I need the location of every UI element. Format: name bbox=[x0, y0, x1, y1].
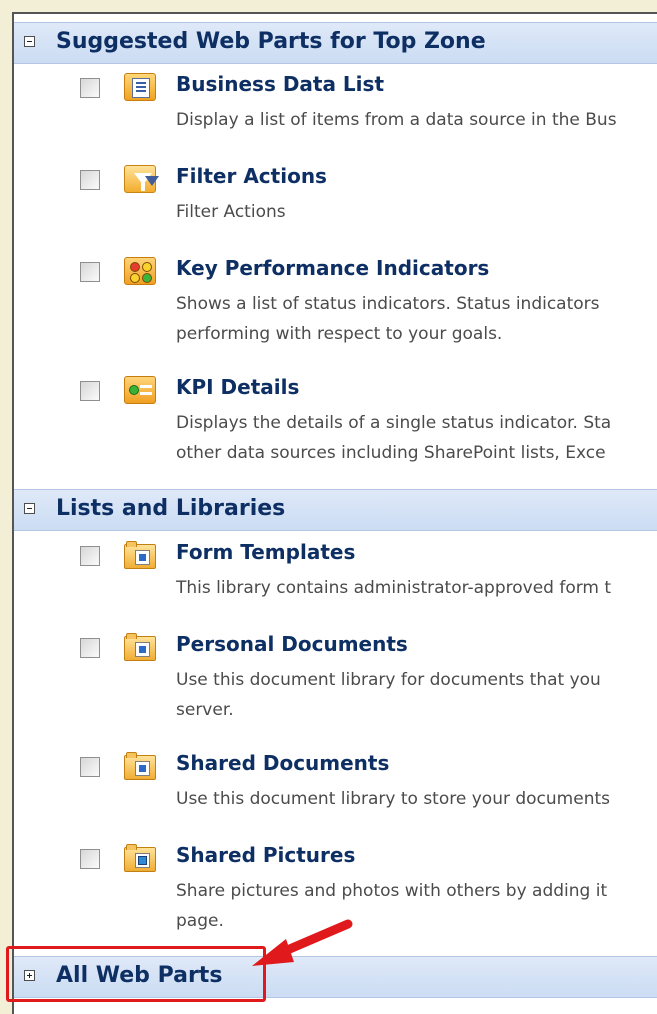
annotation-arrow-icon bbox=[252, 919, 353, 966]
collapse-icon[interactable] bbox=[24, 503, 35, 514]
annotation-highlight-box bbox=[6, 946, 266, 1002]
web-part-item-personal-documents: Personal Documents Use this document lib… bbox=[14, 630, 657, 720]
web-part-checkbox[interactable] bbox=[80, 546, 100, 566]
web-part-title[interactable]: KPI Details bbox=[176, 375, 299, 399]
web-part-checkbox[interactable] bbox=[80, 262, 100, 282]
web-part-item-business-data-list: Business Data List Display a list of ite… bbox=[14, 70, 657, 150]
document-library-icon bbox=[124, 633, 156, 661]
web-part-checkbox[interactable] bbox=[80, 381, 100, 401]
filter-actions-icon bbox=[124, 165, 159, 193]
web-part-item-key-performance-indicators: Key Performance Indicators Shows a list … bbox=[14, 254, 657, 344]
kpi-details-icon bbox=[124, 376, 156, 404]
web-part-title[interactable]: Business Data List bbox=[176, 72, 384, 96]
web-part-item-shared-pictures: Shared Pictures Share pictures and photo… bbox=[14, 841, 657, 931]
web-part-item-filter-actions: Filter Actions Filter Actions bbox=[14, 162, 657, 242]
web-part-title[interactable]: Key Performance Indicators bbox=[176, 256, 489, 280]
web-part-title[interactable]: Shared Pictures bbox=[176, 843, 355, 867]
web-part-item-form-templates: Form Templates This library contains adm… bbox=[14, 538, 657, 618]
web-part-description: Display a list of items from a data sour… bbox=[176, 110, 617, 130]
kpi-icon bbox=[124, 257, 156, 285]
web-part-description: Use this document library for documents … bbox=[176, 670, 601, 720]
web-part-description: This library contains administrator-appr… bbox=[176, 578, 612, 598]
web-part-checkbox[interactable] bbox=[80, 849, 100, 869]
web-part-checkbox[interactable] bbox=[80, 78, 100, 98]
section-title: Suggested Web Parts for Top Zone bbox=[56, 29, 486, 54]
web-part-title[interactable]: Personal Documents bbox=[176, 632, 408, 656]
collapse-icon[interactable] bbox=[24, 36, 35, 47]
web-part-description: Shows a list of status indicators. Statu… bbox=[176, 294, 600, 344]
web-part-checkbox[interactable] bbox=[80, 757, 100, 777]
business-data-list-icon bbox=[124, 73, 156, 101]
web-part-description: Use this document library to store your … bbox=[176, 789, 610, 809]
document-library-icon bbox=[124, 752, 156, 780]
web-part-description: Filter Actions bbox=[176, 202, 286, 222]
picture-library-icon bbox=[124, 844, 156, 872]
web-part-title[interactable]: Form Templates bbox=[176, 540, 355, 564]
document-library-icon bbox=[124, 541, 156, 569]
web-part-item-kpi-details: KPI Details Displays the details of a si… bbox=[14, 373, 657, 463]
web-part-checkbox[interactable] bbox=[80, 638, 100, 658]
web-part-title[interactable]: Filter Actions bbox=[176, 164, 327, 188]
web-parts-panel: Suggested Web Parts for Top Zone Busines… bbox=[12, 12, 657, 1014]
section-header-lists-and-libraries[interactable]: Lists and Libraries bbox=[14, 489, 657, 531]
web-part-item-shared-documents: Shared Documents Use this document libra… bbox=[14, 749, 657, 829]
web-part-checkbox[interactable] bbox=[80, 170, 100, 190]
section-title: Lists and Libraries bbox=[56, 496, 286, 521]
section-header-suggested[interactable]: Suggested Web Parts for Top Zone bbox=[14, 22, 657, 64]
web-part-title[interactable]: Shared Documents bbox=[176, 751, 389, 775]
web-part-description: Displays the details of a single status … bbox=[176, 413, 612, 463]
